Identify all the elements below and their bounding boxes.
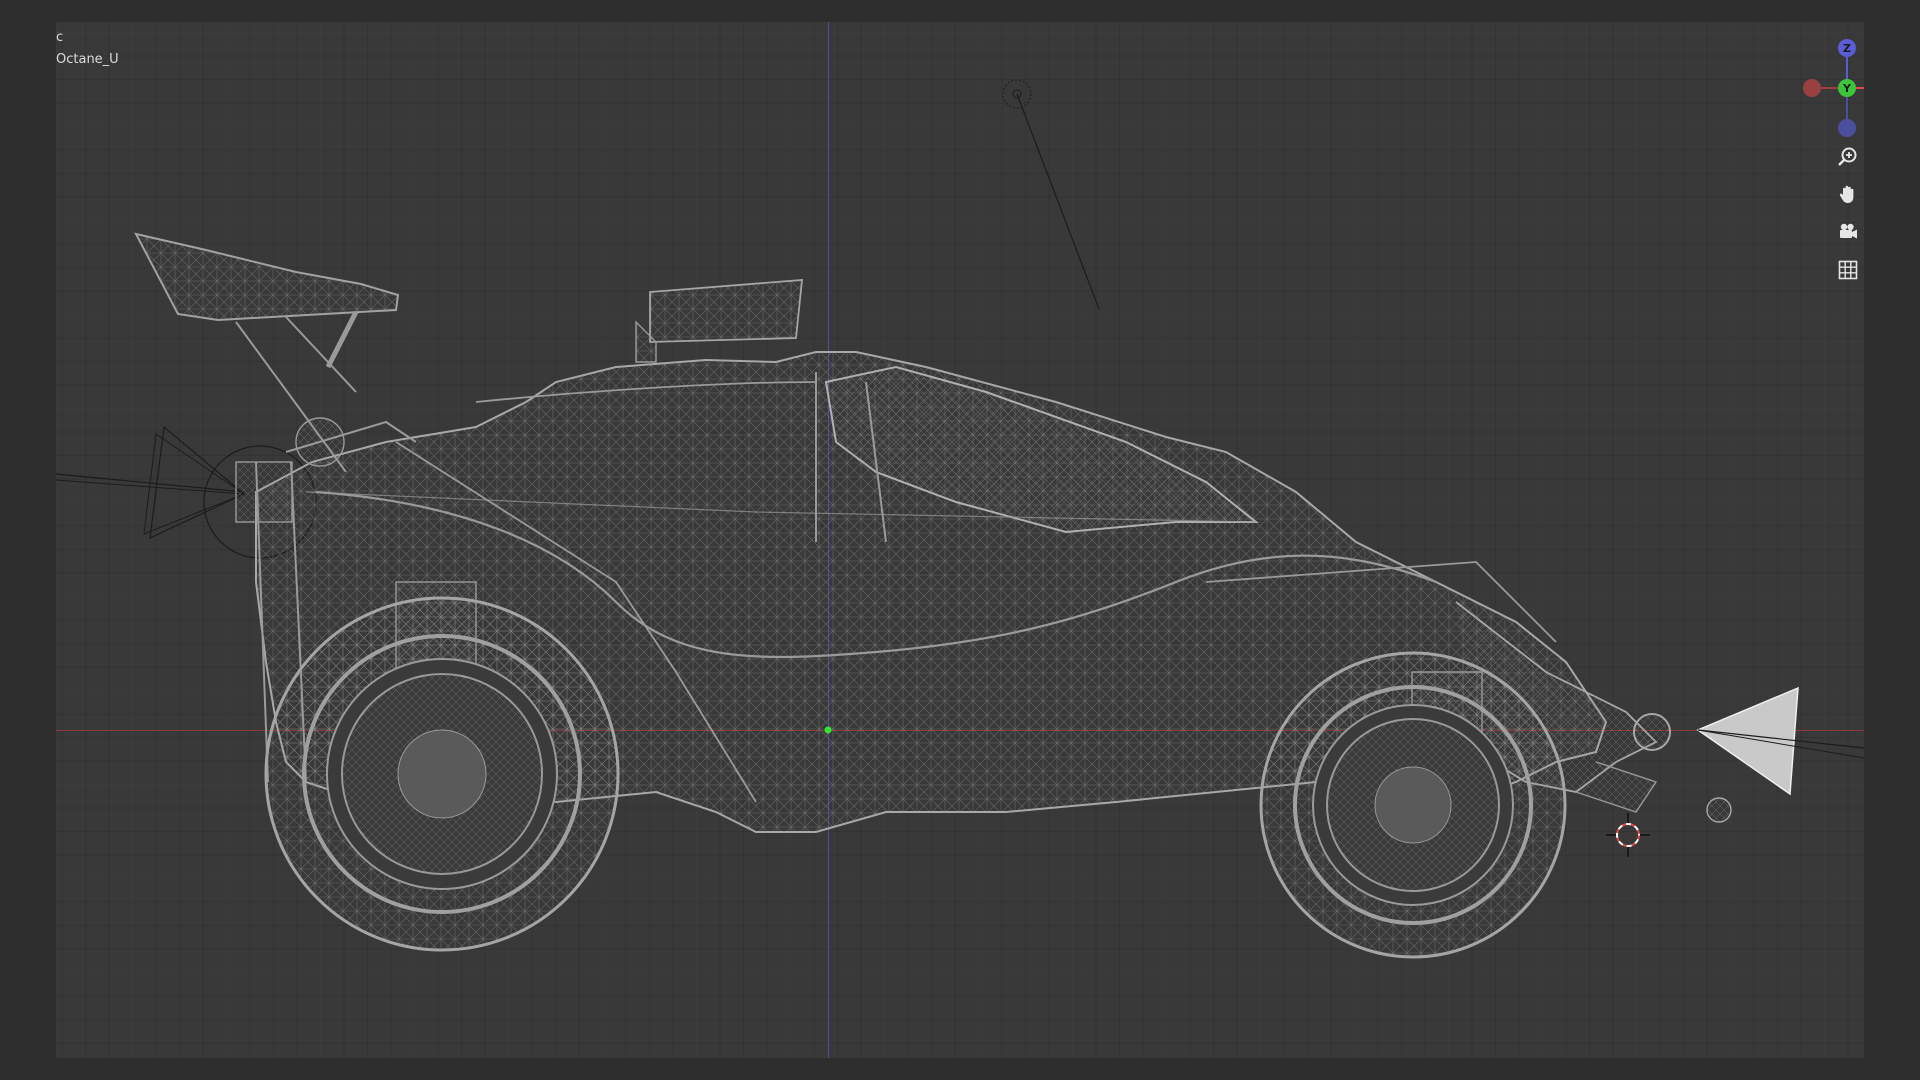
object-origin[interactable]: [824, 726, 832, 734]
wireframe-scene: [56, 79, 1864, 959]
light-object[interactable]: [1002, 79, 1100, 310]
zoom-button[interactable]: [1832, 140, 1864, 172]
gizmo-y-axis[interactable]: Y: [1838, 79, 1856, 97]
gizmo-z-axis[interactable]: Z: [1838, 39, 1856, 57]
gizmo-neg-z-axis[interactable]: [1838, 119, 1856, 137]
hand-icon: [1839, 185, 1854, 203]
zoom-in-icon: [1838, 147, 1857, 166]
3d-cursor[interactable]: [1606, 813, 1650, 857]
svg-text:Y: Y: [1842, 82, 1852, 95]
front-camera-object[interactable]: [1696, 686, 1864, 796]
3d-viewport[interactable]: c Octane_U Z X Y: [56, 22, 1864, 1058]
camera-icon: [1840, 223, 1857, 239]
svg-text:Z: Z: [1843, 42, 1851, 55]
grid-icon: [1838, 260, 1858, 280]
camera-view-button[interactable]: [1832, 216, 1864, 248]
toggle-perspective-button[interactable]: [1832, 254, 1864, 286]
rear-wheel[interactable]: [264, 596, 620, 952]
front-wheel[interactable]: [1259, 651, 1567, 959]
navigation-gizmo[interactable]: Z X Y: [1792, 30, 1864, 140]
pan-button[interactable]: [1832, 178, 1864, 210]
gizmo-neg-x-axis[interactable]: [1803, 79, 1821, 97]
